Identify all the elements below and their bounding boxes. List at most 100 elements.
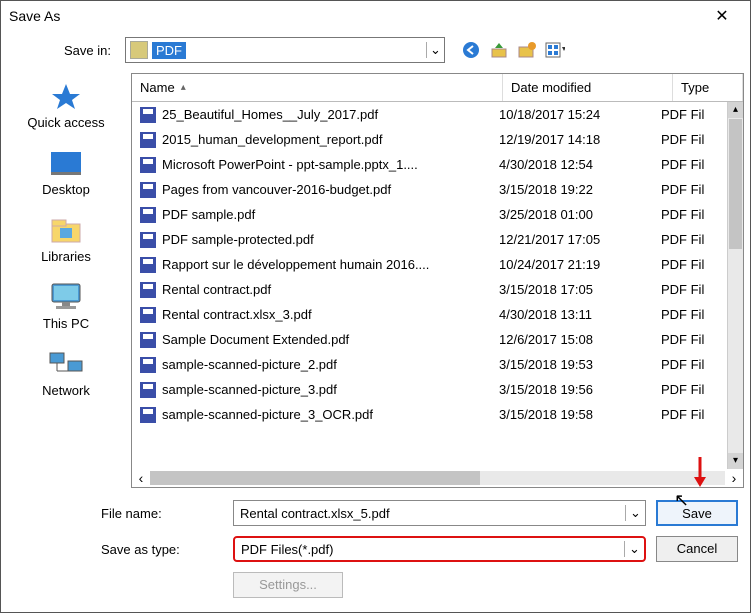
places-bar: Quick access Desktop Libraries This PC N… bbox=[1, 69, 131, 492]
file-row[interactable]: Rental contract.xlsx_3.pdf4/30/2018 13:1… bbox=[132, 302, 727, 327]
file-name: PDF sample-protected.pdf bbox=[162, 232, 499, 247]
place-quick-access[interactable]: Quick access bbox=[1, 75, 131, 140]
pdf-file-icon bbox=[140, 332, 156, 348]
file-name: PDF sample.pdf bbox=[162, 207, 499, 222]
libraries-icon bbox=[46, 215, 86, 245]
save-in-value: PDF bbox=[152, 42, 186, 59]
file-list: Name▴ Date modified Type 25_Beautiful_Ho… bbox=[131, 73, 744, 488]
sort-asc-icon: ▴ bbox=[181, 82, 186, 93]
column-name[interactable]: Name▴ bbox=[132, 74, 503, 101]
file-type: PDF Fil bbox=[661, 157, 719, 172]
file-date: 3/15/2018 19:56 bbox=[499, 382, 661, 397]
pdf-file-icon bbox=[140, 357, 156, 373]
file-name: sample-scanned-picture_3_OCR.pdf bbox=[162, 407, 499, 422]
file-date: 12/19/2017 14:18 bbox=[499, 132, 661, 147]
file-row[interactable]: sample-scanned-picture_3_OCR.pdf3/15/201… bbox=[132, 402, 727, 427]
toolbar-icons bbox=[461, 40, 565, 60]
pdf-file-icon bbox=[140, 257, 156, 273]
back-icon[interactable] bbox=[461, 40, 481, 60]
file-date: 3/15/2018 19:53 bbox=[499, 357, 661, 372]
settings-button[interactable]: Settings... bbox=[233, 572, 343, 598]
file-name: Rental contract.xlsx_3.pdf bbox=[162, 307, 499, 322]
network-icon bbox=[46, 349, 86, 379]
file-type: PDF Fil bbox=[661, 257, 719, 272]
file-date: 10/18/2017 15:24 bbox=[499, 107, 661, 122]
pdf-file-icon bbox=[140, 182, 156, 198]
file-type: PDF Fil bbox=[661, 307, 719, 322]
file-type: PDF Fil bbox=[661, 207, 719, 222]
file-row[interactable]: Rapport sur le développement humain 2016… bbox=[132, 252, 727, 277]
file-name: Rapport sur le développement humain 2016… bbox=[162, 257, 499, 272]
save-in-combo[interactable]: PDF ⌄ bbox=[125, 37, 445, 63]
file-row[interactable]: Sample Document Extended.pdf12/6/2017 15… bbox=[132, 327, 727, 352]
place-desktop[interactable]: Desktop bbox=[1, 142, 131, 207]
scroll-left-icon[interactable]: ‹ bbox=[132, 470, 150, 486]
file-type: PDF Fil bbox=[661, 382, 719, 397]
file-date: 3/25/2018 01:00 bbox=[499, 207, 661, 222]
file-name: Sample Document Extended.pdf bbox=[162, 332, 499, 347]
this-pc-icon bbox=[46, 282, 86, 312]
chevron-down-icon[interactable]: ⌄ bbox=[624, 541, 644, 557]
file-type: PDF Fil bbox=[661, 232, 719, 247]
file-name: sample-scanned-picture_3.pdf bbox=[162, 382, 499, 397]
file-date: 3/15/2018 19:58 bbox=[499, 407, 661, 422]
chevron-down-icon[interactable]: ⌄ bbox=[625, 505, 645, 521]
file-type: PDF Fil bbox=[661, 407, 719, 422]
file-row[interactable]: 25_Beautiful_Homes__July_2017.pdf10/18/2… bbox=[132, 102, 727, 127]
place-label: This PC bbox=[1, 316, 131, 331]
place-label: Network bbox=[1, 383, 131, 398]
scroll-right-icon[interactable]: › bbox=[725, 470, 743, 486]
file-row[interactable]: Microsoft PowerPoint - ppt-sample.pptx_1… bbox=[132, 152, 727, 177]
cancel-button[interactable]: Cancel bbox=[656, 536, 738, 562]
file-name: sample-scanned-picture_2.pdf bbox=[162, 357, 499, 372]
scroll-thumb[interactable] bbox=[729, 119, 742, 249]
pdf-file-icon bbox=[140, 232, 156, 248]
file-row[interactable]: sample-scanned-picture_2.pdf3/15/2018 19… bbox=[132, 352, 727, 377]
file-row[interactable]: PDF sample-protected.pdf12/21/2017 17:05… bbox=[132, 227, 727, 252]
file-type: PDF Fil bbox=[661, 107, 719, 122]
file-type: PDF Fil bbox=[661, 357, 719, 372]
file-name: Pages from vancouver-2016-budget.pdf bbox=[162, 182, 499, 197]
file-date: 12/6/2017 15:08 bbox=[499, 332, 661, 347]
file-row[interactable]: 2015_human_development_report.pdf12/19/2… bbox=[132, 127, 727, 152]
column-headers: Name▴ Date modified Type bbox=[132, 74, 743, 102]
file-row[interactable]: Rental contract.pdf3/15/2018 17:05PDF Fi… bbox=[132, 277, 727, 302]
filetype-combo[interactable]: PDF Files(*.pdf) ⌄ bbox=[233, 536, 646, 562]
place-network[interactable]: Network bbox=[1, 343, 131, 408]
vertical-scrollbar[interactable]: ▴ ▾ bbox=[727, 102, 743, 469]
file-row[interactable]: Pages from vancouver-2016-budget.pdf3/15… bbox=[132, 177, 727, 202]
file-date: 3/15/2018 17:05 bbox=[499, 282, 661, 297]
scroll-up-icon[interactable]: ▴ bbox=[728, 102, 743, 118]
column-date[interactable]: Date modified bbox=[503, 74, 673, 101]
up-icon[interactable] bbox=[489, 40, 509, 60]
file-row[interactable]: sample-scanned-picture_3.pdf3/15/2018 19… bbox=[132, 377, 727, 402]
pdf-file-icon bbox=[140, 157, 156, 173]
new-folder-icon[interactable] bbox=[517, 40, 537, 60]
chevron-down-icon[interactable]: ⌄ bbox=[426, 42, 444, 58]
file-row[interactable]: PDF sample.pdf3/25/2018 01:00PDF Fil bbox=[132, 202, 727, 227]
file-name: 2015_human_development_report.pdf bbox=[162, 132, 499, 147]
quick-access-icon bbox=[46, 81, 86, 111]
filename-value: Rental contract.xlsx_5.pdf bbox=[234, 506, 625, 521]
pdf-file-icon bbox=[140, 407, 156, 423]
column-type[interactable]: Type bbox=[673, 74, 743, 101]
file-name: Microsoft PowerPoint - ppt-sample.pptx_1… bbox=[162, 157, 499, 172]
file-type: PDF Fil bbox=[661, 132, 719, 147]
horizontal-scrollbar[interactable]: ‹ › bbox=[132, 469, 743, 487]
scroll-down-icon[interactable]: ▾ bbox=[728, 453, 743, 469]
filename-input[interactable]: Rental contract.xlsx_5.pdf ⌄ bbox=[233, 500, 646, 526]
filetype-label: Save as type: bbox=[13, 542, 223, 557]
close-button[interactable]: ✕ bbox=[702, 6, 742, 26]
place-libraries[interactable]: Libraries bbox=[1, 209, 131, 274]
place-this-pc[interactable]: This PC bbox=[1, 276, 131, 341]
save-button[interactable]: Save bbox=[656, 500, 738, 526]
filename-label: File name: bbox=[13, 506, 223, 521]
file-date: 12/21/2017 17:05 bbox=[499, 232, 661, 247]
window-title: Save As bbox=[9, 8, 702, 24]
titlebar: Save As ✕ bbox=[1, 1, 750, 31]
file-date: 4/30/2018 12:54 bbox=[499, 157, 661, 172]
hscroll-thumb[interactable] bbox=[150, 471, 480, 485]
file-name: Rental contract.pdf bbox=[162, 282, 499, 297]
file-type: PDF Fil bbox=[661, 332, 719, 347]
view-menu-icon[interactable] bbox=[545, 40, 565, 60]
